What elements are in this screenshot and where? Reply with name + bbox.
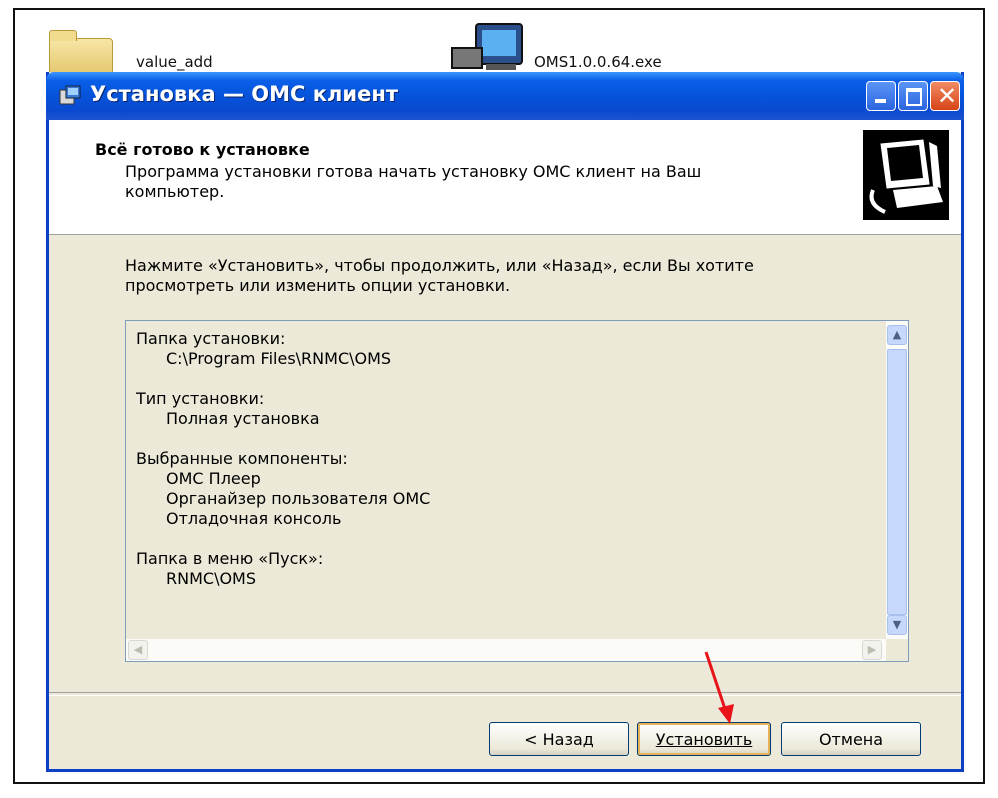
wizard-header: Всё готово к установке Программа установ… (49, 120, 961, 235)
ready-memo-box[interactable]: Папка установки: C:\Program Files\RNMC\O… (125, 320, 909, 662)
ready-memo-text: Папка установки: C:\Program Files\RNMC\O… (136, 329, 430, 609)
scroll-right-icon[interactable]: ▶ (862, 640, 882, 660)
installer-icon[interactable] (58, 84, 82, 108)
scroll-down-icon[interactable]: ▼ (887, 615, 907, 635)
component-item: Органайзер пользователя ОМС (166, 489, 431, 508)
setup-type-label: Тип установки: (136, 389, 265, 408)
start-menu-label: Папка в меню «Пуск»: (136, 549, 324, 568)
minimize-icon[interactable] (866, 81, 896, 111)
window-title: Установка — ОМС клиент (90, 82, 398, 106)
install-folder-value: C:\Program Files\RNMC\OMS (166, 349, 392, 368)
start-menu-value: RNMC\OMS (166, 569, 257, 588)
component-item: Отладочная консоль (166, 509, 342, 528)
annotation-arrow (704, 651, 734, 724)
cancel-button[interactable]: Отмена (781, 722, 921, 756)
close-icon[interactable]: ✕ (930, 81, 960, 111)
scroll-thumb[interactable] (887, 349, 907, 615)
components-label: Выбранные компоненты: (136, 449, 348, 468)
instructions-text: Нажмите «Установить», чтобы продолжить, … (125, 256, 754, 295)
back-button[interactable]: < Назад (489, 722, 629, 756)
exe-label[interactable]: OMS1.0.0.64.exe (534, 53, 662, 71)
installer-window: Установка — ОМС клиент ✕ Всё готово к ус… (46, 72, 964, 772)
scroll-left-icon[interactable]: ◀ (128, 640, 148, 660)
vertical-scrollbar[interactable]: ▲ ▼ (886, 321, 908, 639)
component-item: ОМС Плеер (166, 469, 261, 488)
page-title: Всё готово к установке (95, 140, 310, 159)
page-subtitle: Программа установки готова начать устано… (125, 162, 702, 201)
setup-type-value: Полная установка (166, 409, 320, 428)
install-folder-label: Папка установки: (136, 329, 286, 348)
maximize-icon[interactable] (898, 81, 928, 111)
computer-setup-icon (863, 130, 949, 220)
setup-exe-icon[interactable] (446, 22, 526, 74)
title-bar[interactable]: Установка — ОМС клиент ✕ (46, 72, 964, 120)
scrollbar-corner (886, 639, 908, 661)
scroll-up-icon[interactable]: ▲ (887, 325, 907, 345)
horizontal-scrollbar[interactable]: ◀ ▶ (126, 639, 886, 661)
folder-label[interactable]: value_add (136, 53, 213, 71)
button-separator (49, 692, 961, 696)
